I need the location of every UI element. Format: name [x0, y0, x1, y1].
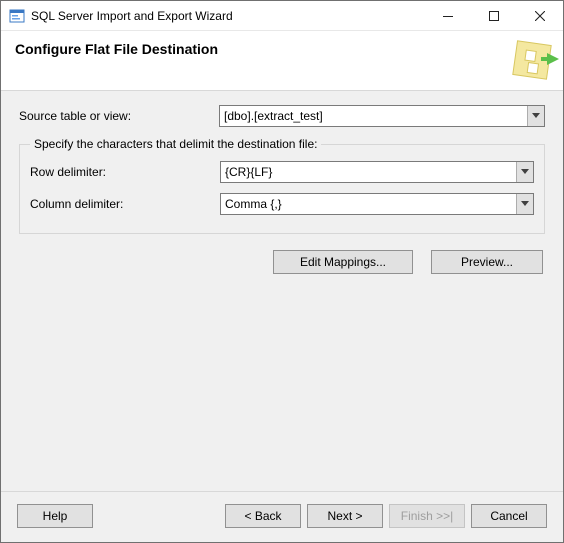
delimiter-legend: Specify the characters that delimit the …: [30, 137, 321, 151]
back-button[interactable]: < Back: [225, 504, 301, 528]
wizard-header: Configure Flat File Destination: [1, 31, 563, 91]
window-controls: [425, 1, 563, 30]
minimize-button[interactable]: [425, 1, 471, 30]
column-delimiter-row: Column delimiter: Comma {,}: [30, 193, 534, 215]
preview-button[interactable]: Preview...: [431, 250, 543, 274]
window-title: SQL Server Import and Export Wizard: [31, 9, 425, 23]
row-delimiter-value: {CR}{LF}: [221, 165, 516, 179]
next-button[interactable]: Next >: [307, 504, 383, 528]
row-delimiter-label: Row delimiter:: [30, 165, 220, 179]
row-delimiter-row: Row delimiter: {CR}{LF}: [30, 161, 534, 183]
column-delimiter-label: Column delimiter:: [30, 197, 220, 211]
mapping-actions: Edit Mappings... Preview...: [19, 250, 545, 274]
source-table-combo[interactable]: [dbo].[extract_test]: [219, 105, 545, 127]
content-area: Source table or view: [dbo].[extract_tes…: [1, 91, 563, 491]
close-button[interactable]: [517, 1, 563, 30]
help-button[interactable]: Help: [17, 504, 93, 528]
wizard-window: SQL Server Import and Export Wizard Conf…: [0, 0, 564, 543]
source-row: Source table or view: [dbo].[extract_tes…: [19, 105, 545, 127]
page-title: Configure Flat File Destination: [15, 41, 218, 57]
wizard-icon: [507, 37, 559, 85]
chevron-down-icon: [516, 162, 533, 182]
titlebar: SQL Server Import and Export Wizard: [1, 1, 563, 31]
finish-button: Finish >>|: [389, 504, 465, 528]
row-delimiter-combo[interactable]: {CR}{LF}: [220, 161, 534, 183]
edit-mappings-button[interactable]: Edit Mappings...: [273, 250, 413, 274]
wizard-footer: Help < Back Next > Finish >>| Cancel: [1, 491, 563, 542]
chevron-down-icon: [516, 194, 533, 214]
column-delimiter-combo[interactable]: Comma {,}: [220, 193, 534, 215]
column-delimiter-value: Comma {,}: [221, 197, 516, 211]
cancel-button[interactable]: Cancel: [471, 504, 547, 528]
delimiter-group: Specify the characters that delimit the …: [19, 137, 545, 234]
chevron-down-icon: [527, 106, 544, 126]
app-icon: [9, 8, 25, 24]
maximize-button[interactable]: [471, 1, 517, 30]
source-table-value: [dbo].[extract_test]: [220, 109, 527, 123]
source-label: Source table or view:: [19, 109, 219, 123]
